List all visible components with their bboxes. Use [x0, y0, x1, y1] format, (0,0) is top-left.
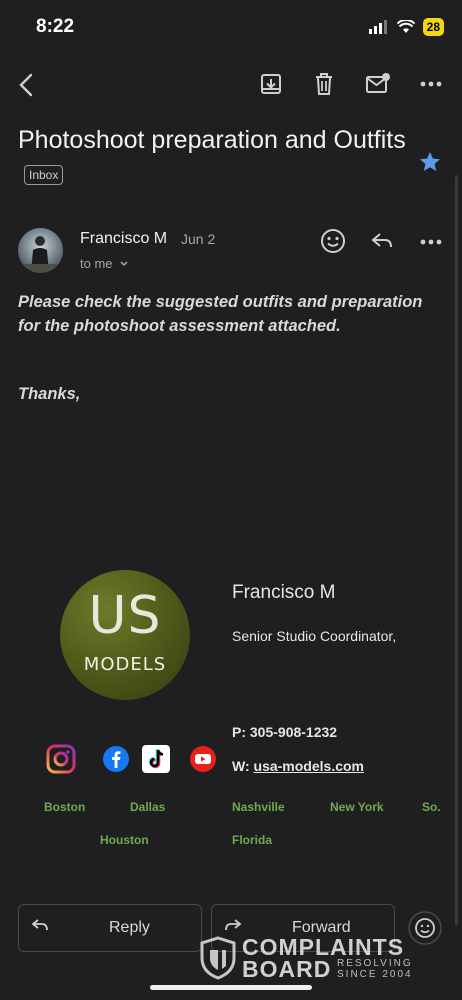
trash-icon[interactable] — [314, 72, 334, 96]
scrollbar[interactable] — [455, 175, 458, 925]
city-link[interactable]: New York — [330, 800, 384, 814]
sender-name[interactable]: Francisco M — [80, 230, 167, 248]
email-body: Please check the suggested outfits and p… — [18, 293, 423, 335]
recipient-text: to me — [80, 256, 113, 271]
signal-icon — [368, 20, 387, 34]
inbox-label-badge[interactable]: Inbox — [24, 165, 64, 186]
sender-avatar[interactable] — [18, 228, 63, 273]
city-link[interactable]: Nashville — [232, 800, 285, 814]
signature-website: W: usa-models.com — [232, 758, 364, 774]
watermark-tagline2: SINCE 2004 — [337, 969, 413, 980]
city-link[interactable]: Boston — [44, 800, 85, 814]
reply-button[interactable]: Reply — [18, 904, 202, 952]
battery-indicator: 28 — [422, 18, 444, 36]
facebook-icon[interactable] — [101, 744, 131, 774]
emoji-reaction-icon[interactable] — [320, 228, 346, 254]
home-indicator[interactable] — [150, 985, 312, 990]
archive-icon[interactable] — [260, 72, 282, 96]
city-link[interactable]: Florida — [232, 833, 272, 847]
reply-label: Reply — [109, 919, 150, 936]
forward-icon — [225, 919, 242, 931]
emoji-reply-icon[interactable] — [407, 910, 443, 946]
email-closing: Thanks, — [18, 385, 81, 403]
website-link[interactable]: usa-models.com — [254, 758, 364, 774]
mail-unread-icon[interactable] — [365, 72, 391, 96]
phone-number[interactable]: 305-908-1232 — [250, 724, 337, 740]
person-icon — [18, 236, 63, 273]
tiktok-icon[interactable] — [141, 744, 171, 774]
signature-name: Francisco M — [232, 582, 336, 603]
email-subject: Photoshoot preparation and Outfits Inbox — [18, 122, 408, 196]
watermark-tagline1: RESOLVING — [337, 958, 413, 969]
city-link[interactable]: Dallas — [130, 800, 165, 814]
city-link[interactable]: Houston — [100, 833, 149, 847]
city-link[interactable]: So. — [422, 800, 441, 814]
reply-icon — [31, 919, 48, 931]
email-date: Jun 2 — [181, 231, 216, 247]
recipient-toggle[interactable]: to me — [80, 256, 129, 271]
email-toolbar — [0, 68, 462, 104]
wifi-icon — [396, 20, 415, 33]
more-icon[interactable] — [420, 80, 442, 88]
shield-icon — [200, 936, 236, 980]
watermark-line2: BOARD — [242, 956, 332, 982]
signature-title: Senior Studio Coordinator, — [232, 628, 397, 644]
instagram-icon[interactable] — [46, 744, 76, 774]
status-icons: 28 — [368, 18, 444, 36]
message-more-icon[interactable] — [420, 238, 442, 246]
reply-icon[interactable] — [370, 230, 394, 252]
signature-phone: P: 305-908-1232 — [232, 724, 337, 740]
status-time: 8:22 — [36, 16, 75, 37]
subject-text: Photoshoot preparation and Outfits — [18, 126, 406, 154]
logo-models-text: MODELS — [83, 654, 167, 675]
company-logo: US MODELS — [60, 570, 190, 700]
back-icon[interactable] — [16, 72, 36, 98]
web-label: W: — [232, 758, 250, 774]
youtube-icon[interactable] — [188, 744, 218, 774]
star-icon[interactable] — [418, 150, 442, 174]
chevron-down-icon — [120, 261, 128, 267]
logo-us-text: US — [88, 586, 162, 646]
phone-label: P: — [232, 724, 246, 740]
